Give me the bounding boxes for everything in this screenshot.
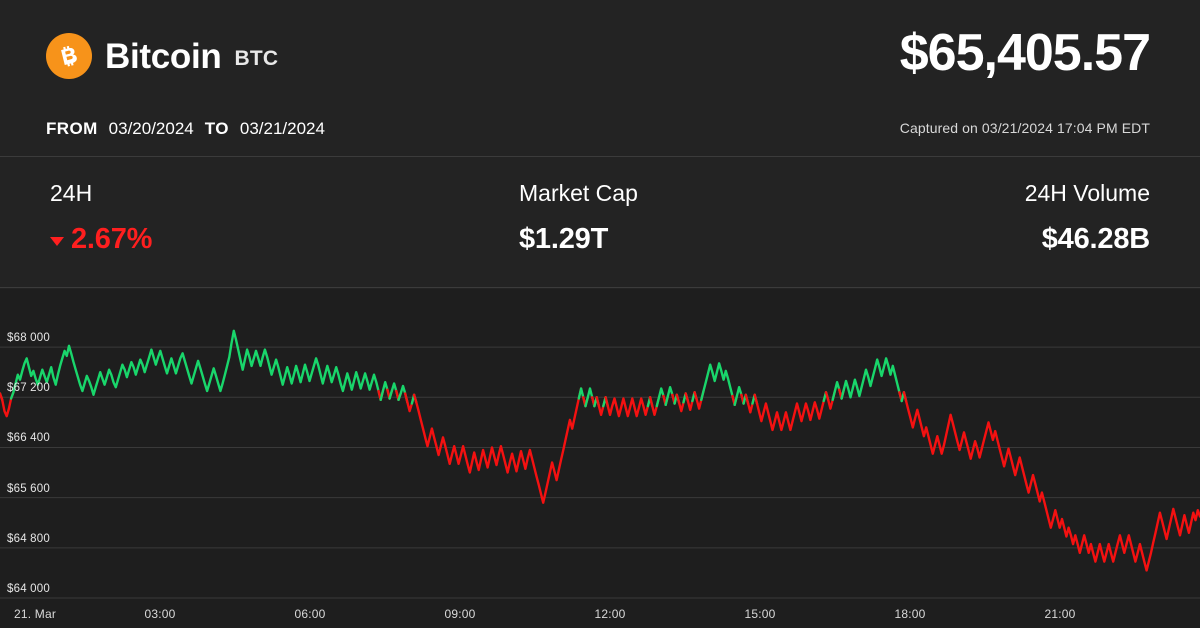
- stat-value: 2.67%: [50, 225, 152, 254]
- stat-24h-change: 24H 2.67%: [50, 182, 152, 254]
- card-header: Bitcoin BTC $65,405.57 FROM 03/20/2024 T…: [0, 0, 1200, 157]
- coin-ticker: BTC: [235, 43, 279, 69]
- stat-label: 24H: [50, 182, 152, 205]
- stat-value: $1.29T: [519, 225, 638, 254]
- date-range: FROM 03/20/2024 TO 03/21/2024: [46, 119, 325, 139]
- price-chart-svg: [0, 289, 1200, 628]
- current-price: $65,405.57: [900, 27, 1150, 79]
- coin-name: Bitcoin: [105, 39, 222, 74]
- x-axis-tick: 09:00: [444, 608, 475, 620]
- stat-24h-volume: 24H Volume $46.28B: [1025, 182, 1150, 254]
- bitcoin-price-card: Bitcoin BTC $65,405.57 FROM 03/20/2024 T…: [0, 0, 1200, 628]
- x-axis-tick: 12:00: [594, 608, 625, 620]
- coin-identity: Bitcoin BTC: [46, 33, 278, 79]
- x-axis-tick: 18:00: [894, 608, 925, 620]
- stats-row: 24H 2.67% Market Cap $1.29T 24H Volume $…: [0, 158, 1200, 288]
- from-date: 03/20/2024: [109, 119, 194, 139]
- x-axis-tick: 03:00: [144, 608, 175, 620]
- to-label: TO: [205, 119, 229, 139]
- x-axis-tick: 15:00: [744, 608, 775, 620]
- to-date: 03/21/2024: [240, 119, 325, 139]
- bitcoin-icon: [46, 33, 92, 79]
- stat-market-cap: Market Cap $1.29T: [519, 182, 638, 254]
- triangle-down-icon: [50, 237, 64, 246]
- captured-timestamp: Captured on 03/21/2024 17:04 PM EDT: [900, 120, 1150, 136]
- price-chart: $68 000$67 200$66 400$65 600$64 800$64 0…: [0, 289, 1200, 628]
- stat-value: $46.28B: [1025, 225, 1150, 254]
- stat-label: Market Cap: [519, 182, 638, 205]
- stat-label: 24H Volume: [1025, 182, 1150, 205]
- x-axis-tick: 21:00: [1044, 608, 1075, 620]
- from-label: FROM: [46, 119, 98, 139]
- x-axis-tick: 06:00: [294, 608, 325, 620]
- x-axis-tick: 21. Mar: [14, 608, 56, 620]
- change-percent: 2.67%: [71, 225, 152, 254]
